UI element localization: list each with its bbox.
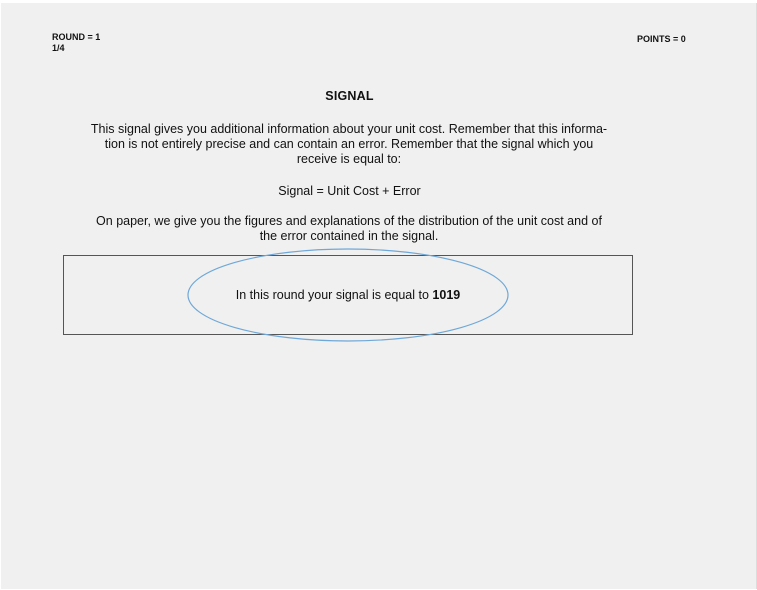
intro-paragraph: This signal gives you additional informa… <box>61 122 637 167</box>
page-title: SIGNAL <box>325 89 374 103</box>
signal-formula: Signal = Unit Cost + Error <box>278 184 421 198</box>
intro-line: tion is not entirely precise and can con… <box>104 137 594 151</box>
signal-text: In this round your signal is equal to <box>235 288 429 302</box>
paper-paragraph: On paper, we give you the figures and ex… <box>61 214 637 244</box>
round-indicator: ROUND = 1 1/4 <box>52 32 100 54</box>
paper-line: On paper, we give you the figures and ex… <box>96 214 602 228</box>
signal-value: 1019 <box>432 288 461 302</box>
round-progress: 1/4 <box>52 43 65 53</box>
signal-statement: In this round your signal is equal to 10… <box>64 288 632 302</box>
intro-line: receive is equal to: <box>296 152 402 166</box>
experiment-screen: ROUND = 1 1/4 POINTS = 0 SIGNAL This sig… <box>1 3 757 589</box>
points-indicator: POINTS = 0 <box>637 34 686 44</box>
signal-box: In this round your signal is equal to 10… <box>63 255 633 335</box>
paper-line: the error contained in the signal. <box>259 229 439 243</box>
intro-line: This signal gives you additional informa… <box>90 122 608 136</box>
round-label: ROUND = 1 <box>52 32 101 42</box>
